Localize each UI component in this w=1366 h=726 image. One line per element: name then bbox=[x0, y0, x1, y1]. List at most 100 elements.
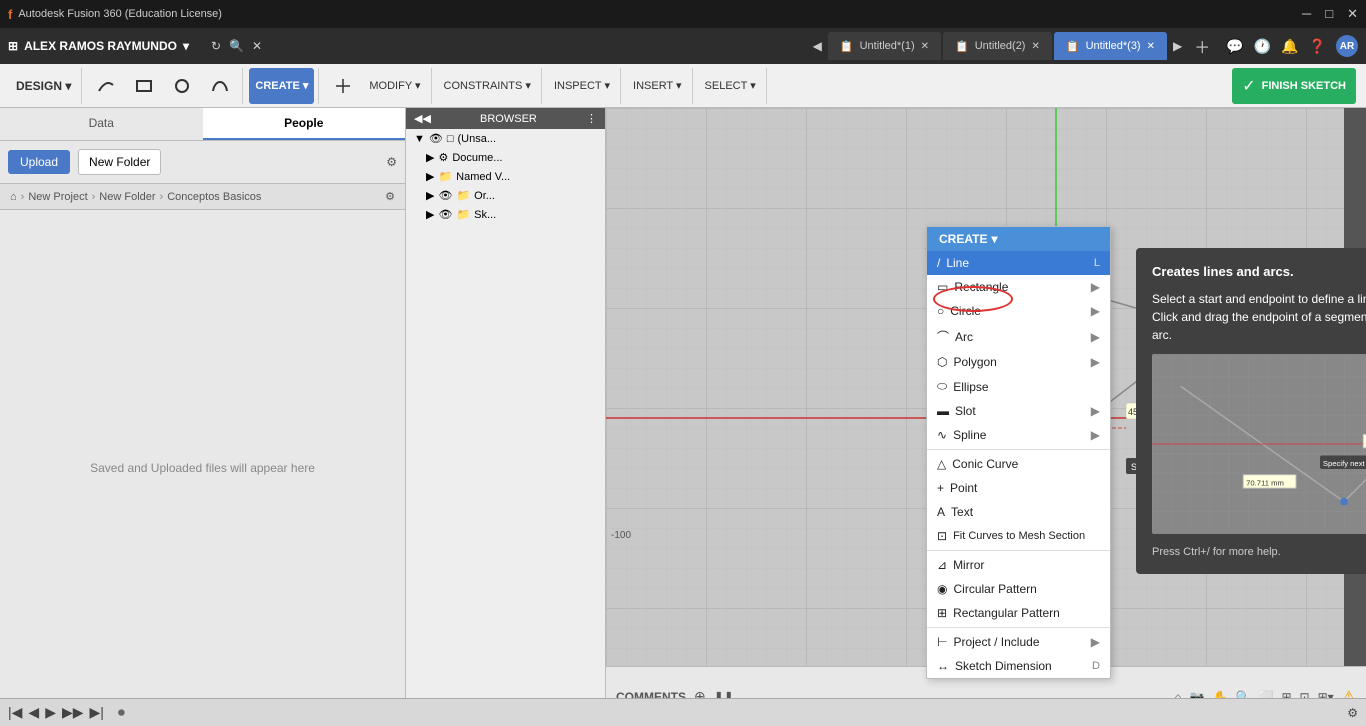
tab-close-1[interactable]: ✕ bbox=[921, 41, 929, 52]
menu-item-rectangular-pattern[interactable]: ⊞ Rectangular Pattern bbox=[927, 601, 1110, 625]
design-button[interactable]: DESIGN ▾ bbox=[10, 68, 77, 104]
browser-item-unsaved[interactable]: ▼ 👁 □ (Unsa... bbox=[406, 129, 605, 148]
insert-button[interactable]: INSERT ▾ bbox=[627, 68, 688, 104]
sketch-draw-group[interactable] bbox=[84, 68, 243, 104]
browser-collapse-icon[interactable]: ◀◀ bbox=[414, 112, 431, 125]
close-button[interactable]: ✕ bbox=[1347, 6, 1358, 22]
design-group[interactable]: DESIGN ▾ bbox=[6, 68, 82, 104]
browser-item-document[interactable]: ▶ ⚙ Docume... bbox=[406, 148, 605, 167]
tab-untitled1[interactable]: 📋 Untitled*(1) ✕ bbox=[828, 32, 941, 60]
menu-item-arc[interactable]: ⌒ Arc ▶ bbox=[927, 323, 1110, 350]
menu-item-mirror[interactable]: ⊿ Mirror bbox=[927, 553, 1110, 577]
notification-icon[interactable]: 🔔 bbox=[1281, 38, 1298, 55]
upload-button[interactable]: Upload bbox=[8, 150, 70, 174]
clock-icon[interactable]: 🕐 bbox=[1254, 38, 1271, 55]
tab-bar[interactable]: ◀ 📋 Untitled*(1) ✕ 📋 Untitled(2) ✕ 📋 Unt… bbox=[809, 28, 1358, 64]
menu-item-slot[interactable]: ▬ Slot ▶ bbox=[927, 399, 1110, 423]
breadcrumb-item[interactable]: Conceptos Basicos bbox=[167, 191, 261, 203]
inspect-button[interactable]: INSPECT ▾ bbox=[548, 68, 616, 104]
menu-actions[interactable]: ↻ 🔍 ✕ bbox=[211, 39, 262, 53]
menu-item-line[interactable]: / Line L bbox=[927, 251, 1110, 275]
rectangle-arrow: ▶ bbox=[1091, 280, 1100, 294]
insert-group[interactable]: INSERT ▾ bbox=[623, 68, 693, 104]
canvas-area[interactable]: ◀◀ BROWSER ⋮ ▼ 👁 □ (Unsa... ▶ ⚙ Docume..… bbox=[406, 108, 1366, 726]
create-group[interactable]: CREATE ▾ bbox=[245, 68, 319, 104]
browser-item-origin[interactable]: ▶ 👁 📁 Or... bbox=[406, 186, 605, 205]
sidebar-tab-data[interactable]: Data bbox=[0, 108, 203, 140]
tab-close-2[interactable]: ✕ bbox=[1031, 41, 1039, 52]
tab-close-3[interactable]: ✕ bbox=[1147, 41, 1155, 52]
nav-settings-icon[interactable]: ⚙ bbox=[1347, 706, 1358, 720]
sidebar-tab-people[interactable]: People bbox=[203, 108, 406, 140]
trim-button[interactable] bbox=[325, 68, 361, 104]
create-button[interactable]: CREATE ▾ bbox=[249, 68, 314, 104]
browser-item-sketch[interactable]: ▶ 👁 📁 Sk... bbox=[406, 205, 605, 224]
svg-text:Specify next point: Specify next point bbox=[1323, 459, 1366, 468]
menu-item-project-include[interactable]: ⊢ Project / Include ▶ bbox=[927, 630, 1110, 654]
refresh-button[interactable]: ↻ bbox=[211, 39, 221, 53]
visibility-icon[interactable]: 👁 bbox=[429, 132, 443, 145]
menu-item-ellipse[interactable]: ⬭ Ellipse bbox=[927, 374, 1110, 399]
minimize-button[interactable]: ─ bbox=[1302, 6, 1311, 22]
circle-tool-button[interactable] bbox=[164, 68, 200, 104]
nav-last-button[interactable]: ▶| bbox=[90, 704, 104, 721]
breadcrumb-settings-icon[interactable]: ⚙ bbox=[385, 190, 395, 203]
title-bar-controls[interactable]: ─ □ ✕ bbox=[1302, 6, 1358, 22]
breadcrumb: ⌂ › New Project › New Folder › Conceptos… bbox=[0, 184, 405, 210]
settings-icon[interactable]: ⚙ bbox=[386, 155, 397, 169]
menu-item-sketch-dimension[interactable]: ↔ Sketch Dimension D bbox=[927, 654, 1110, 678]
username[interactable]: ALEX RAMOS RAYMUNDO bbox=[24, 39, 177, 53]
arc-tool-button[interactable] bbox=[88, 68, 124, 104]
finish-sketch-button[interactable]: ✓ FINISH SKETCH bbox=[1232, 68, 1356, 104]
new-folder-button[interactable]: New Folder bbox=[78, 149, 161, 175]
visibility-icon[interactable]: 👁 bbox=[438, 208, 452, 221]
nav-first-button[interactable]: |◀ bbox=[8, 704, 22, 721]
tab-untitled3[interactable]: 📋 Untitled*(3) ✕ bbox=[1054, 32, 1167, 60]
browser-header[interactable]: ◀◀ BROWSER ⋮ bbox=[406, 108, 605, 129]
breadcrumb-home[interactable]: ⌂ bbox=[10, 191, 17, 203]
tab-untitled2[interactable]: 📋 Untitled(2) ✕ bbox=[943, 32, 1052, 60]
avatar[interactable]: AR bbox=[1336, 35, 1358, 57]
nav-prev-button[interactable]: ◀ bbox=[28, 704, 39, 721]
visibility-icon[interactable]: 👁 bbox=[438, 189, 452, 202]
tab-new-button[interactable]: ＋ bbox=[1188, 34, 1216, 58]
breadcrumb-project[interactable]: New Project bbox=[28, 191, 87, 203]
constraints-button[interactable]: CONSTRAINTS ▾ bbox=[438, 68, 537, 104]
menu-item-polygon[interactable]: ⬡ Polygon ▶ bbox=[927, 350, 1110, 374]
nav-play-button[interactable]: ▶ bbox=[45, 704, 56, 721]
select-button[interactable]: SELECT ▾ bbox=[699, 68, 762, 104]
menu-item-point[interactable]: + Point bbox=[927, 476, 1110, 500]
create-dropdown-menu[interactable]: CREATE ▾ / Line L ▭ Rectangle ▶ bbox=[926, 226, 1111, 679]
tab-overflow-right[interactable]: ▶ bbox=[1169, 39, 1186, 53]
menu-item-circle[interactable]: ○ Circle ▶ bbox=[927, 299, 1110, 323]
menu-item-circular-pattern[interactable]: ◉ Circular Pattern bbox=[927, 577, 1110, 601]
spline-arrow: ▶ bbox=[1091, 428, 1100, 442]
constraints-group[interactable]: CONSTRAINTS ▾ bbox=[434, 68, 542, 104]
breadcrumb-folder[interactable]: New Folder bbox=[99, 191, 155, 203]
menu-item-fit-curves[interactable]: ⊡ Fit Curves to Mesh Section bbox=[927, 524, 1110, 548]
modify-button[interactable]: MODIFY ▾ bbox=[363, 68, 426, 104]
menu-item-spline[interactable]: ∿ Spline ▶ bbox=[927, 423, 1110, 447]
nav-step-forward-button[interactable]: ▶▶ bbox=[62, 704, 84, 721]
menu-item-conic-curve[interactable]: △ Conic Curve bbox=[927, 452, 1110, 476]
menu-item-text[interactable]: A Text bbox=[927, 500, 1110, 524]
sidebar-tabs[interactable]: Data People bbox=[0, 108, 405, 141]
select-group[interactable]: SELECT ▾ bbox=[695, 68, 767, 104]
search-button[interactable]: 🔍 bbox=[229, 39, 244, 53]
curve-tool-button[interactable] bbox=[202, 68, 238, 104]
close-panel-button[interactable]: ✕ bbox=[252, 39, 262, 53]
finish-group[interactable]: ✓ FINISH SKETCH bbox=[1228, 68, 1360, 104]
maximize-button[interactable]: □ bbox=[1325, 6, 1333, 22]
comment-icon[interactable]: 💬 bbox=[1226, 38, 1243, 55]
browser-menu-icon[interactable]: ⋮ bbox=[586, 112, 597, 125]
browser-item-named[interactable]: ▶ 📁 Named V... bbox=[406, 167, 605, 186]
inspect-group[interactable]: INSPECT ▾ bbox=[544, 68, 621, 104]
user-area[interactable]: ⊞ ALEX RAMOS RAYMUNDO ▾ bbox=[8, 39, 189, 53]
menu-item-rectangle[interactable]: ▭ Rectangle ▶ bbox=[927, 275, 1110, 299]
tab-overflow-left[interactable]: ◀ bbox=[809, 39, 826, 53]
rectangle-tool-button[interactable] bbox=[126, 68, 162, 104]
modify-group[interactable]: MODIFY ▾ bbox=[321, 68, 431, 104]
help-icon[interactable]: ❓ bbox=[1309, 38, 1326, 55]
create-menu-header[interactable]: CREATE ▾ bbox=[927, 227, 1110, 251]
user-dropdown-icon[interactable]: ▾ bbox=[183, 39, 189, 53]
